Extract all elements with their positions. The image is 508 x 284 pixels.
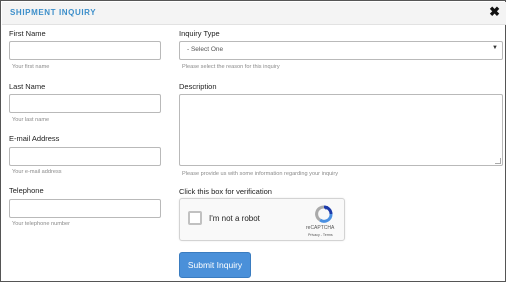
dialog-title: SHIPMENT INQUIRY xyxy=(10,8,97,17)
inquiry-type-label: Inquiry Type xyxy=(179,29,220,38)
last-name-field[interactable] xyxy=(9,94,161,113)
close-icon[interactable]: ✖ xyxy=(489,5,500,19)
recaptcha-widget: I'm not a robot reCAPTCHA Privacy - Term… xyxy=(179,198,345,241)
last-name-hint: Your last name xyxy=(12,117,50,123)
inquiry-type-hint: Please select the reason for this inquir… xyxy=(182,64,280,70)
first-name-label: First Name xyxy=(9,29,46,38)
submit-inquiry-button[interactable]: Submit Inquiry xyxy=(179,252,251,278)
last-name-label: Last Name xyxy=(9,82,46,91)
caret-down-icon: ▼ xyxy=(492,45,498,51)
inquiry-dialog: SHIPMENT INQUIRY ✖ First Name Your first… xyxy=(0,0,506,282)
email-hint: Your e-mail address xyxy=(12,169,62,175)
dialog-header: SHIPMENT INQUIRY ✖ xyxy=(2,2,506,25)
recaptcha-text: I'm not a robot xyxy=(209,214,260,223)
first-name-hint: Your first name xyxy=(12,64,50,70)
recaptcha-terms[interactable]: Privacy - Terms xyxy=(308,233,333,237)
recaptcha-checkbox[interactable] xyxy=(188,211,202,225)
first-name-field[interactable] xyxy=(9,41,161,60)
telephone-hint: Your telephone number xyxy=(12,221,70,227)
inquiry-type-select[interactable]: - Select One ▼ xyxy=(179,41,503,60)
telephone-label: Telephone xyxy=(9,186,44,195)
recaptcha-icon xyxy=(315,205,333,223)
description-textarea[interactable] xyxy=(179,94,503,166)
description-label: Description xyxy=(179,82,217,91)
recaptcha-brand: reCAPTCHA xyxy=(306,225,335,231)
telephone-field[interactable] xyxy=(9,199,161,218)
verification-label: Click this box for verification xyxy=(179,187,272,196)
description-hint: Please provide us with some information … xyxy=(182,171,339,177)
email-label: E-mail Address xyxy=(9,134,60,143)
email-field[interactable] xyxy=(9,147,161,166)
inquiry-type-value: - Select One xyxy=(187,46,224,53)
resize-handle-icon[interactable] xyxy=(495,158,501,164)
